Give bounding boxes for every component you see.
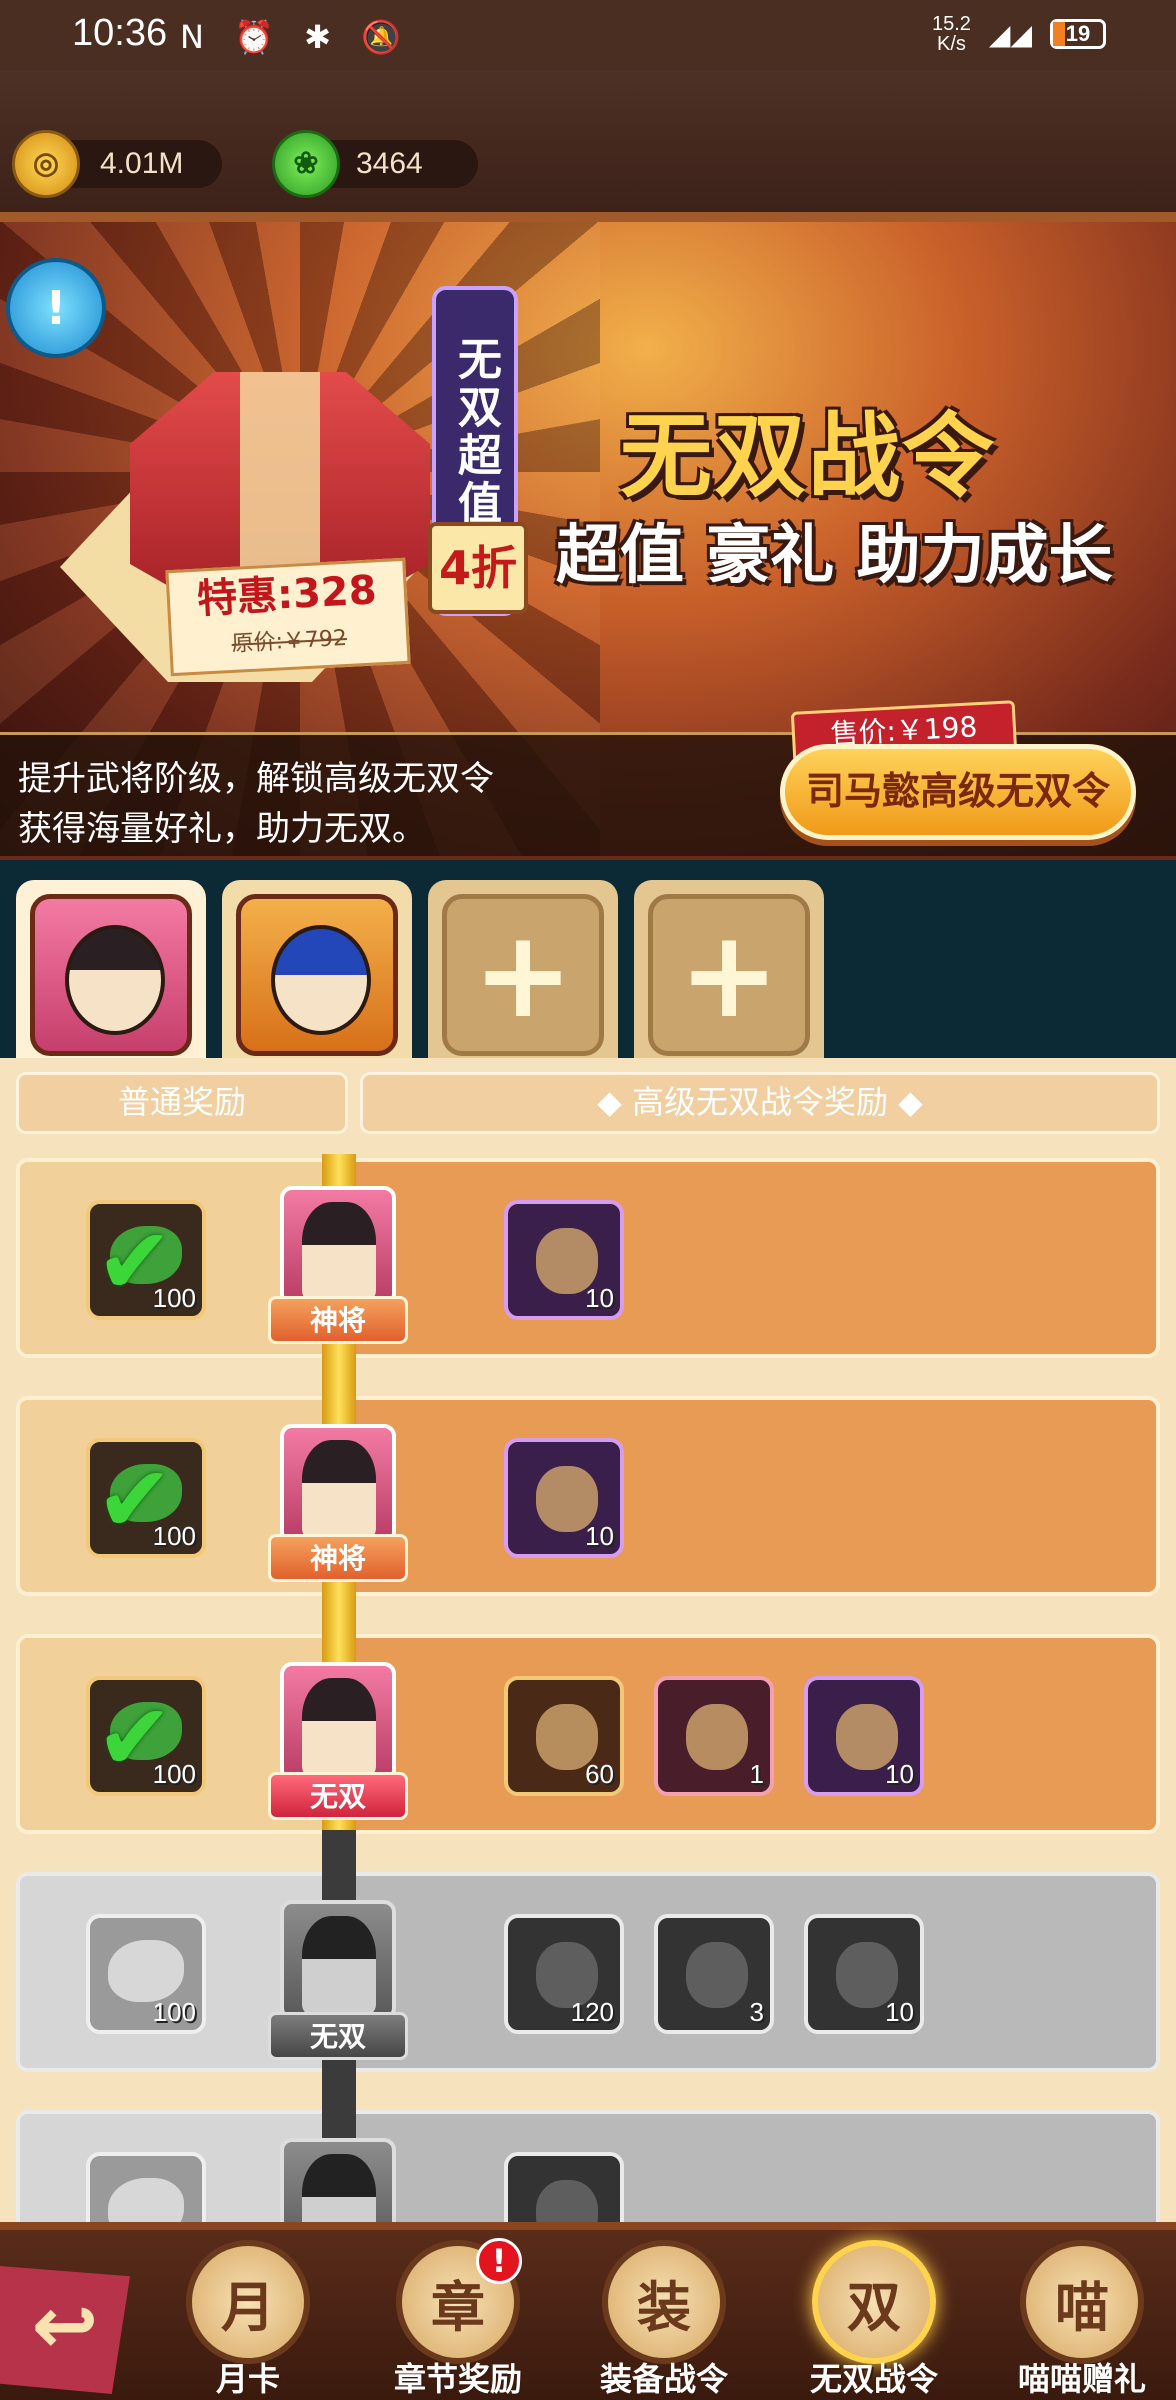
hero-portrait-2 [236,894,398,1056]
normal-reward-header: 普通奖励 [16,1072,348,1134]
notification-badge: ! [476,2238,522,2284]
rank-node-hero-locked [280,1900,396,2020]
coin-counter[interactable]: ◎ 4.01M [12,130,222,198]
item-count: 1 [749,1759,764,1789]
item-count: 120 [570,1997,614,2027]
nav-label: 无双战令 [809,2360,938,2398]
premium-reward-item[interactable]: 1 [654,1676,774,1796]
normal-reward-item[interactable]: 100 [86,1914,206,2034]
hero-portrait-1 [30,894,192,1056]
discount-badge: 4折 [428,522,528,614]
reward-row: ✔ 100 10 [16,1158,1160,1358]
reward-row: ✔ 100 60 1 10 [16,1634,1160,1834]
rank-badge: 无双 [268,2012,408,2060]
hero-tab-1[interactable] [16,880,206,1058]
subtitle-rest: 豪礼 助力成长 [706,519,1113,593]
reward-row: ✔ 100 10 [16,1396,1160,1596]
premium-reward-item[interactable]: 10 [804,1914,924,2034]
claimed-check-icon: ✔ [96,1446,174,1553]
banner-title: 无双战令 [620,403,997,510]
hero-mini-portrait [302,1202,376,1300]
rank-badge: 神将 [268,1534,408,1582]
rank-badge: 无双 [268,1772,408,1820]
hero-tab-bar: + + [0,860,1176,1058]
rank-badge: 神将 [268,1296,408,1344]
special-price-tag: 特惠:328 原价:￥792 [165,557,411,677]
premium-reward-item[interactable]: 60 [504,1676,624,1796]
status-right: 15.2 K/s ◢◢ 19 [932,14,1106,54]
rank-node-hero [280,1662,396,1782]
description-line-1: 提升武将阶级，解锁高级无双令 [18,759,494,799]
banner-subtitle: 超值 豪礼 助力成长 [556,504,1113,596]
status-bar: 10:36 N ⏰ ✱ 🔕 15.2 K/s ◢◢ 19 [0,0,1176,70]
status-time: 10:36 [72,12,168,54]
nav-label: 装备战令 [599,2360,728,2398]
item-count: 3 [749,1997,764,2027]
nav-chapter-rewards[interactable]: 章 ! 章节奖励 [380,2238,536,2400]
back-button[interactable]: ↩ [0,2266,130,2394]
add-hero-icon: + [442,894,604,1056]
hero-face-1 [65,925,165,1035]
hero-tab-2[interactable] [222,880,412,1058]
hero-tab-add-2[interactable]: + [634,880,824,1058]
reward-icon [686,1942,748,2008]
hero-mini-portrait [302,1440,376,1538]
jade-counter[interactable]: ❀ 3464 [272,130,478,198]
nav-wushuang-pass[interactable]: 双 无双战令 [796,2240,952,2400]
rank-node-hero [280,1424,396,1544]
reward-icon [686,1704,748,1770]
jade-value: 3464 [356,147,423,180]
item-count: 10 [585,1521,614,1551]
wushuang-pass-icon: 双 [812,2240,936,2364]
item-count: 60 [585,1759,614,1789]
jade-icon: ❀ [272,130,340,198]
item-count: 10 [885,1997,914,2027]
status-icons: N ⏰ ✱ 🔕 [180,18,411,56]
hero-face-2 [271,925,371,1035]
item-count: 10 [585,1283,614,1313]
reward-row-locked: 100 120 3 10 [16,1872,1160,2072]
network-speed: 15.2 K/s [931,13,971,55]
bottom-navigation: ↩ 月 月卡 章 ! 章节奖励 装 装备战令 双 无双战令 喵 喵喵赠礼 [0,2222,1176,2400]
nav-label: 月卡 [215,2360,280,2398]
battery-icon: 19 [1050,19,1106,49]
description-line-2: 获得海量好礼，助力无双。 [18,809,426,849]
premium-reward-item[interactable]: 3 [654,1914,774,2034]
month-card-icon: 月 [186,2240,310,2364]
item-count: 100 [152,1997,196,2027]
buy-premium-pass-button[interactable]: 司马懿高级无双令 [780,744,1136,840]
premium-reward-header: ◆ 高级无双战令奖励 ◆ [360,1072,1160,1134]
normal-reward-item[interactable]: ✔ 100 [86,1676,206,1796]
premium-reward-item[interactable]: 120 [504,1914,624,2034]
equipment-pass-icon: 装 [602,2240,726,2364]
item-count: 10 [885,1759,914,1789]
premium-reward-item[interactable]: 10 [504,1200,624,1320]
coin-value: 4.01M [100,147,184,180]
normal-reward-item[interactable]: ✔ 100 [86,1438,206,1558]
subtitle-highlight: 超值 [556,519,684,593]
add-hero-icon: + [648,894,810,1056]
hero-mini-portrait [302,1678,376,1776]
premium-reward-item[interactable]: 10 [504,1438,624,1558]
claimed-check-icon: ✔ [96,1208,174,1315]
currency-bar: ◎ 4.01M ❀ 3464 [0,70,1176,222]
nav-meow-gift[interactable]: 喵 喵喵赠礼 [1004,2240,1160,2400]
nav-month-card[interactable]: 月 月卡 [170,2240,326,2400]
nav-label: 章节奖励 [393,2360,522,2398]
event-info-icon[interactable]: ! [6,258,106,358]
nav-equipment-pass[interactable]: 装 装备战令 [586,2240,742,2400]
promo-banner: ! 特惠:328 原价:￥792 无双超值礼 4折 无双战令 超值 豪礼 助力成… [0,222,1176,860]
hero-mini-portrait [302,1916,376,2014]
premium-reward-item[interactable]: 10 [804,1676,924,1796]
coin-icon: ◎ [12,130,80,198]
normal-reward-item[interactable]: ✔ 100 [86,1200,206,1320]
claimed-check-icon: ✔ [96,1684,174,1791]
meow-gift-icon: 喵 [1020,2240,1144,2364]
rank-node-hero [280,1186,396,1306]
hero-tab-add-1[interactable]: + [428,880,618,1058]
nav-label: 喵喵赠礼 [1017,2360,1146,2398]
signal-icon: ◢◢ [988,18,1032,50]
